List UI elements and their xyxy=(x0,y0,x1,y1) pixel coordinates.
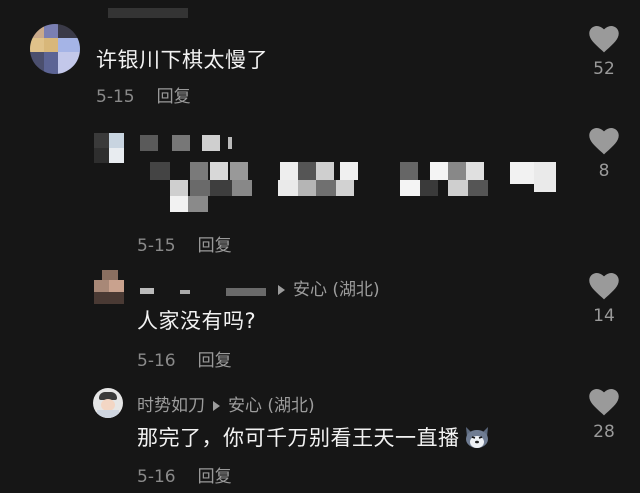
comment-meta: 5-15 回复 xyxy=(137,231,232,256)
username[interactable]: 时势如刀 安心 (湖北) xyxy=(137,391,315,416)
avatar[interactable] xyxy=(30,24,80,74)
like-count: 14 xyxy=(593,306,615,326)
comment-text-pixelated xyxy=(150,162,560,214)
like-button[interactable]: 8 xyxy=(584,128,624,181)
triangle-right-icon xyxy=(278,284,285,295)
avatar[interactable] xyxy=(93,388,123,418)
avatar-pixelated[interactable] xyxy=(94,270,124,304)
comment-meta: 5-16 回复 xyxy=(137,346,232,371)
username-pixelated xyxy=(140,286,280,300)
reply-target-name: 安心 (湖北) xyxy=(228,396,315,416)
husky-face-emoji xyxy=(464,425,490,454)
username-blurred xyxy=(108,8,188,18)
comment-date: 5-15 xyxy=(96,87,135,107)
comment-text: 那完了，你可千万别看王天一直播 xyxy=(137,426,460,450)
username-pixelated xyxy=(140,135,240,153)
heart-icon xyxy=(589,26,619,53)
comment-meta: 5-15 回复 xyxy=(96,82,191,107)
like-button[interactable]: 14 xyxy=(584,273,624,326)
reply-target-name: 安心 (湖北) xyxy=(293,280,380,300)
reply-target[interactable]: 安心 (湖北) xyxy=(270,275,380,300)
heart-icon xyxy=(589,273,619,300)
reply-button[interactable]: 回复 xyxy=(198,351,232,371)
reply-button[interactable]: 回复 xyxy=(157,87,191,107)
triangle-right-icon xyxy=(213,400,220,411)
comment-text: 人家没有吗? xyxy=(137,309,257,333)
comment-text: 许银川下棋太慢了 xyxy=(96,48,268,72)
comment-meta: 5-16 回复 xyxy=(137,462,232,487)
avatar-pixelated[interactable] xyxy=(94,133,124,163)
comment-date: 5-16 xyxy=(137,467,176,487)
like-count: 8 xyxy=(598,161,610,181)
comment-date: 5-15 xyxy=(137,236,176,256)
username-text: 时势如刀 xyxy=(137,396,205,416)
comment-date: 5-16 xyxy=(137,351,176,371)
reply-button[interactable]: 回复 xyxy=(198,236,232,256)
like-count: 28 xyxy=(593,422,615,442)
heart-icon xyxy=(589,128,619,155)
comment-text-row: 那完了，你可千万别看王天一直播 xyxy=(137,422,490,454)
reply-button[interactable]: 回复 xyxy=(198,467,232,487)
like-count: 52 xyxy=(593,59,615,79)
like-button[interactable]: 52 xyxy=(584,26,624,79)
like-button[interactable]: 28 xyxy=(584,389,624,442)
heart-icon xyxy=(589,389,619,416)
